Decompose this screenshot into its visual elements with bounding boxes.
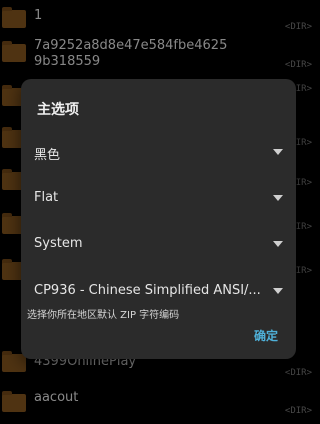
zip-encoding-select[interactable]: CP936 - Chinese Simplified ANSI/...	[31, 277, 283, 307]
file-manager-screen: 1 <DIR> 7a9252a8d8e47e584fbe4625 9b31855…	[0, 0, 318, 424]
theme-select[interactable]: 黑色	[31, 138, 283, 168]
zip-encoding-select-value: CP936 - Chinese Simplified ANSI/...	[34, 283, 260, 298]
style-select-value: Flat	[34, 190, 59, 205]
style-select[interactable]: Flat	[31, 184, 283, 214]
dropdown-arrow-icon	[273, 149, 283, 155]
dropdown-arrow-icon	[273, 288, 283, 294]
ok-button[interactable]: 确定	[254, 327, 278, 344]
language-select[interactable]: System	[31, 230, 283, 260]
theme-select-value: 黑色	[34, 148, 61, 163]
dropdown-arrow-icon	[273, 241, 283, 247]
encoding-hint: 选择你所在地区默认 ZIP 字符编码	[27, 310, 180, 321]
main-options-dialog: 主选项 黑色 Flat System CP936 - Chinese Simpl…	[21, 79, 296, 359]
dropdown-arrow-icon	[273, 195, 283, 201]
dialog-title: 主选项	[37, 102, 79, 118]
language-select-value: System	[34, 236, 83, 251]
